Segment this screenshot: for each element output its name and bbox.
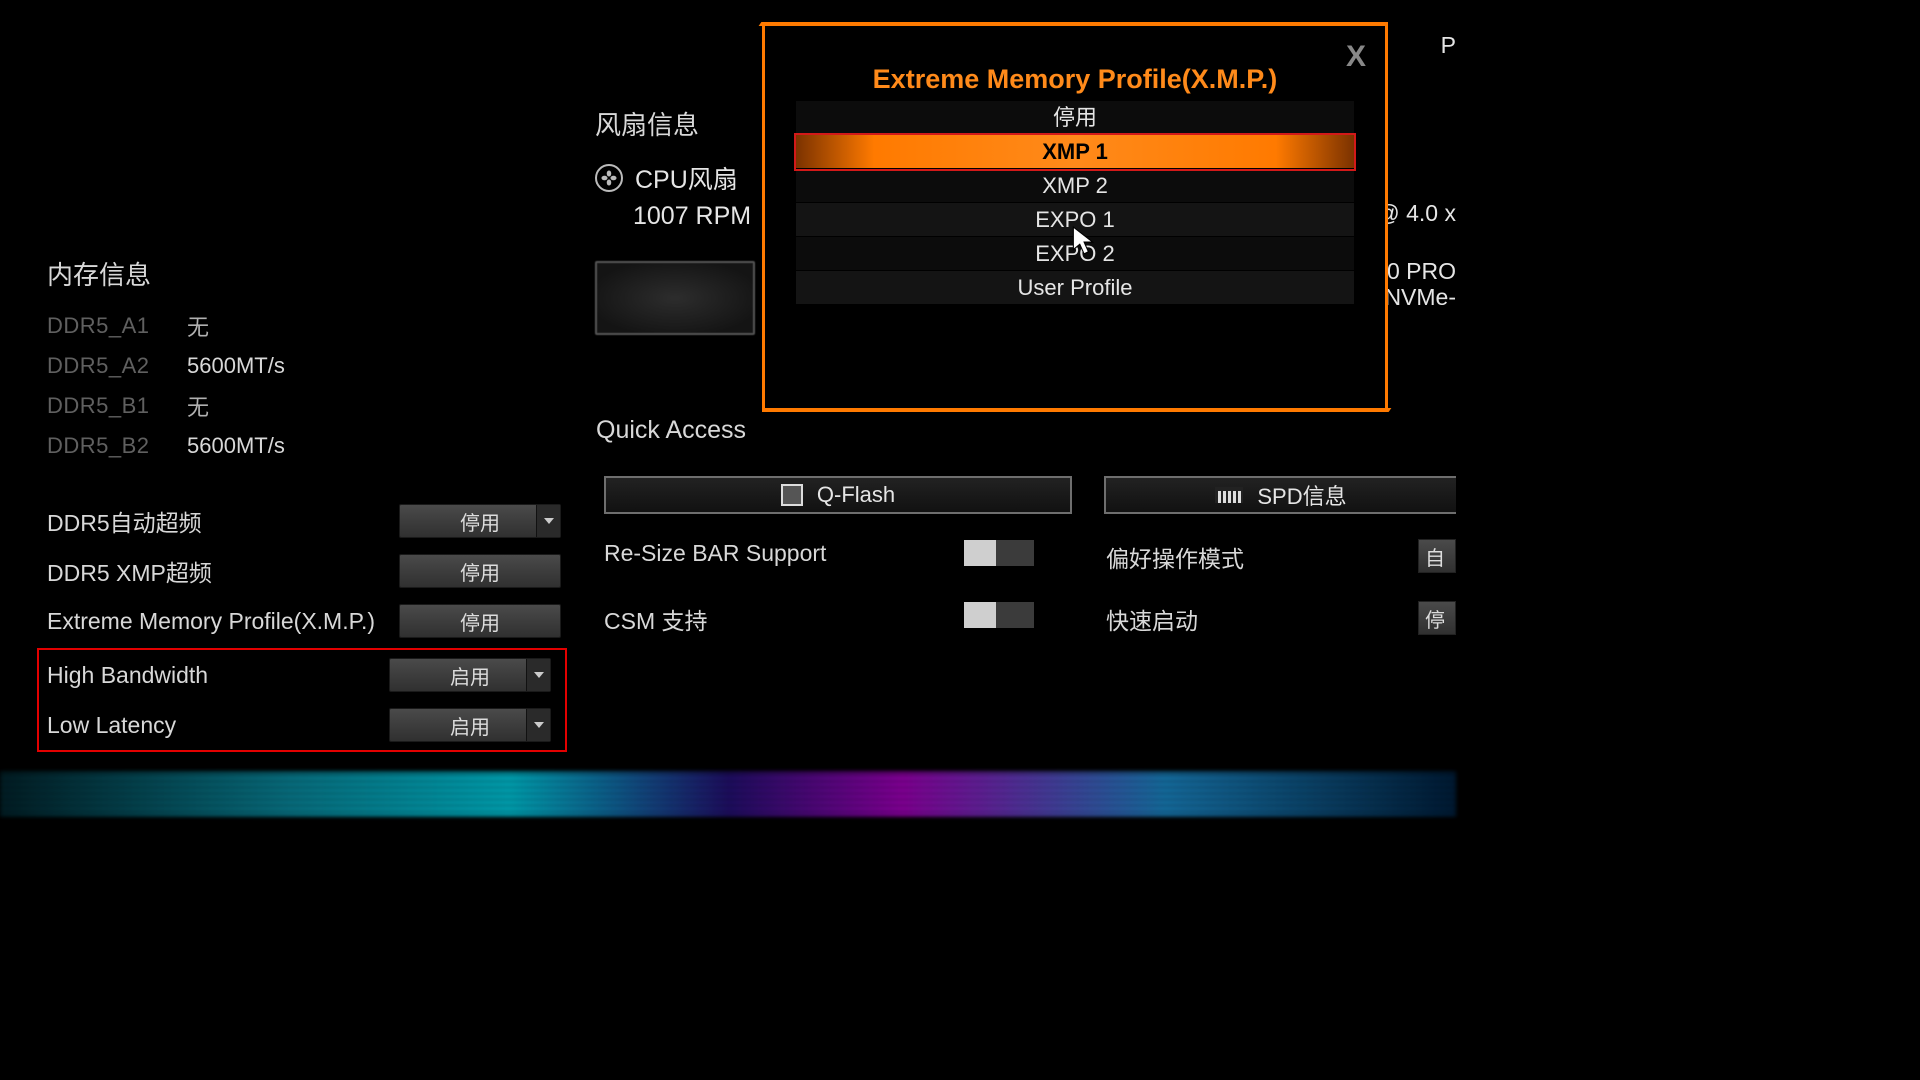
slot-value: 无 [187, 310, 209, 342]
xmp-option-xmp2[interactable]: XMP 2 [796, 169, 1354, 203]
slot-name: DDR5_A1 [47, 313, 187, 339]
slot-name: DDR5_A2 [47, 353, 187, 379]
chevron-down-icon [536, 505, 560, 537]
resize-bar-toggle[interactable] [964, 540, 1034, 566]
setting-low-latency: Low Latency 启用 [47, 700, 557, 750]
button-value: 停用 [460, 557, 500, 586]
memory-slot-row: DDR5_B1 无 [47, 386, 567, 426]
setting-high-bandwidth: High Bandwidth 启用 [47, 650, 557, 700]
resize-bar-row: Re-Size BAR Support [604, 540, 826, 567]
xmp-profile-popup: X Extreme Memory Profile(X.M.P.) 停用 XMP … [762, 22, 1388, 412]
fan-icon [595, 164, 623, 192]
xmp-oc-button[interactable]: 停用 [399, 554, 561, 588]
spd-button[interactable]: SPD信息 [1104, 476, 1456, 514]
setting-xmp-oc: DDR5 XMP超频 停用 [47, 546, 567, 596]
fast-boot-row: 快速启动 [1106, 602, 1198, 636]
chip-icon [781, 484, 803, 506]
cropped-text: NVMe- [1384, 284, 1456, 311]
slot-name: DDR5_B2 [47, 433, 187, 459]
dropdown-value: 启用 [450, 661, 490, 690]
xmp-option-disabled[interactable]: 停用 [796, 101, 1354, 135]
setting-label: CSM 支持 [604, 602, 708, 636]
dropdown-value: 自 [1425, 542, 1445, 571]
fast-boot-dropdown[interactable]: 停 [1418, 601, 1456, 635]
toggle-knob [964, 602, 996, 628]
setting-label: DDR5 XMP超频 [47, 554, 212, 588]
csm-toggle[interactable] [964, 602, 1034, 628]
chevron-down-icon [526, 659, 550, 691]
close-icon: X [1346, 40, 1366, 73]
fan-name: CPU风扇 [635, 160, 738, 196]
setting-auto-oc: DDR5自动超频 停用 [47, 496, 567, 546]
csm-row: CSM 支持 [604, 602, 708, 636]
close-button[interactable]: X [1346, 40, 1366, 74]
xmp-option-xmp1[interactable]: XMP 1 [796, 135, 1354, 169]
xmp-option-user[interactable]: User Profile [796, 271, 1354, 305]
slot-value: 5600MT/s [187, 433, 285, 459]
highlighted-settings-group: High Bandwidth 启用 Low Latency 启用 [37, 648, 567, 752]
dropdown-value: 停用 [460, 507, 500, 536]
memory-slot-row: DDR5_B2 5600MT/s [47, 426, 567, 466]
button-label: Q-Flash [817, 482, 895, 508]
cropped-text: P [1441, 32, 1456, 59]
setting-label: DDR5自动超频 [47, 504, 202, 538]
slot-value: 无 [187, 390, 209, 422]
xmp-profile-button[interactable]: 停用 [399, 604, 561, 638]
dropdown-value: 停 [1425, 604, 1445, 633]
setting-label: Extreme Memory Profile(X.M.P.) [47, 608, 375, 635]
toggle-knob [964, 540, 996, 566]
blurred-panel [595, 261, 755, 335]
popup-title: Extreme Memory Profile(X.M.P.) [762, 64, 1388, 95]
button-value: 停用 [460, 607, 500, 636]
setting-label: Low Latency [47, 712, 176, 739]
high-bandwidth-dropdown[interactable]: 启用 [389, 658, 551, 692]
bottom-accent-bar [0, 772, 1456, 816]
dropdown-value: 启用 [450, 711, 490, 740]
quick-access-title: Quick Access [596, 416, 746, 445]
setting-label: Re-Size BAR Support [604, 540, 826, 567]
op-mode-row: 偏好操作模式 [1106, 540, 1244, 574]
slot-value: 5600MT/s [187, 353, 285, 379]
memory-panel: 内存信息 DDR5_A1 无 DDR5_A2 5600MT/s DDR5_B1 … [47, 255, 567, 752]
setting-xmp-profile: Extreme Memory Profile(X.M.P.) 停用 [47, 596, 567, 646]
memory-title: 内存信息 [47, 255, 567, 292]
cropped-text: @ 4.0 x [1376, 200, 1456, 227]
setting-label: 偏好操作模式 [1106, 540, 1244, 574]
op-mode-dropdown[interactable]: 自 [1418, 539, 1456, 573]
setting-label: High Bandwidth [47, 662, 208, 689]
low-latency-dropdown[interactable]: 启用 [389, 708, 551, 742]
button-label: SPD信息 [1257, 479, 1346, 511]
chevron-down-icon [526, 709, 550, 741]
qflash-button[interactable]: Q-Flash [604, 476, 1072, 514]
memory-icon [1215, 487, 1243, 503]
memory-slot-row: DDR5_A2 5600MT/s [47, 346, 567, 386]
setting-label: 快速启动 [1106, 602, 1198, 636]
option-list: 停用 XMP 1 XMP 2 EXPO 1 EXPO 2 User Profil… [796, 101, 1354, 305]
auto-oc-dropdown[interactable]: 停用 [399, 504, 561, 538]
memory-slot-row: DDR5_A1 无 [47, 306, 567, 346]
slot-name: DDR5_B1 [47, 393, 187, 419]
